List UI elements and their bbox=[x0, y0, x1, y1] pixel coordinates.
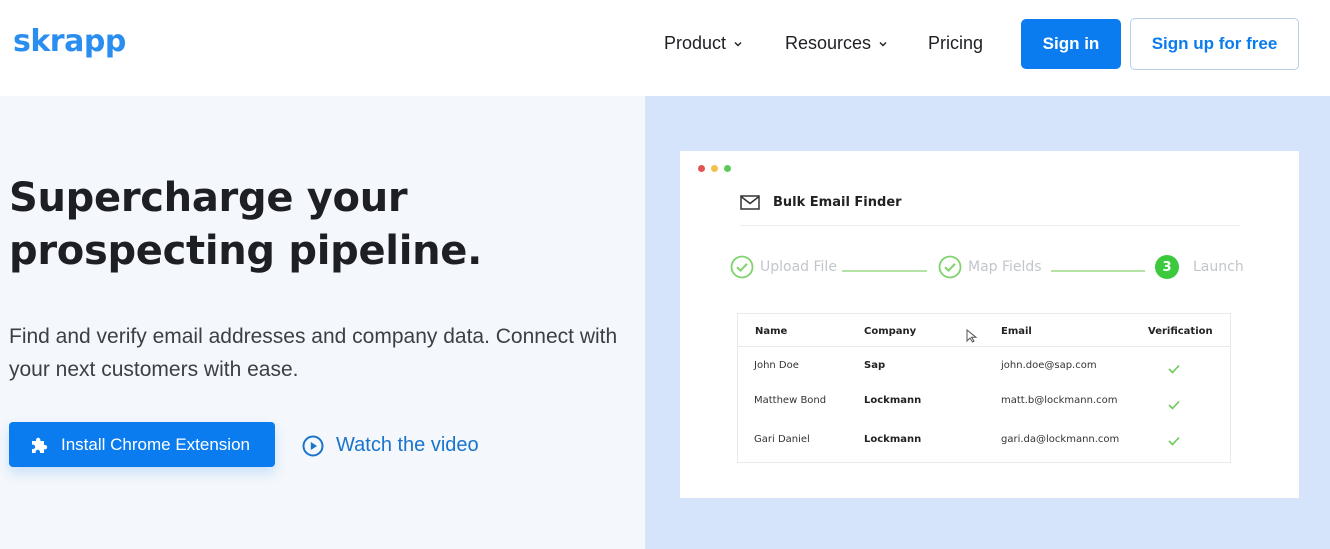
cell-email: gari.da@lockmann.com bbox=[1001, 434, 1120, 445]
nav-resources[interactable]: Resources bbox=[785, 33, 888, 54]
results-table: Name Company Email Verification John Doe… bbox=[737, 313, 1231, 463]
hero-title: Supercharge your prospecting pipeline. bbox=[9, 175, 483, 274]
cell-company: Sap bbox=[864, 360, 886, 371]
watch-video-label: Watch the video bbox=[336, 434, 479, 456]
verified-check-icon bbox=[1168, 436, 1180, 446]
mouse-cursor-icon bbox=[966, 329, 978, 343]
column-header: Verification bbox=[1148, 326, 1213, 337]
cell-name: Matthew Bond bbox=[754, 395, 827, 406]
install-chrome-extension-button[interactable]: Install Chrome Extension bbox=[9, 422, 275, 467]
window-dots bbox=[698, 165, 731, 172]
step-connector bbox=[1051, 270, 1145, 272]
step-label: Upload File bbox=[760, 259, 837, 275]
nav-product-label: Product bbox=[664, 33, 727, 53]
chevron-down-icon bbox=[879, 41, 887, 46]
check-circle-icon bbox=[730, 255, 754, 279]
step-label: Map Fields bbox=[968, 259, 1042, 275]
chevron-down-icon bbox=[734, 41, 742, 46]
step-launch: 3 Launch bbox=[1155, 255, 1244, 279]
sign-up-button[interactable]: Sign up for free bbox=[1130, 18, 1299, 70]
cell-company: Lockmann bbox=[864, 395, 922, 406]
puzzle-piece-icon bbox=[32, 437, 48, 453]
cell-name: Gari Daniel bbox=[754, 434, 810, 445]
play-circle-icon bbox=[302, 435, 324, 456]
cell-email: matt.b@lockmann.com bbox=[1001, 395, 1118, 406]
hero-right-panel: Bulk Email Finder Upload File Map Fields… bbox=[645, 96, 1330, 549]
column-header: Email bbox=[1001, 326, 1032, 337]
hero-subtitle: Find and verify email addresses and comp… bbox=[9, 325, 618, 381]
nav-pricing[interactable]: Pricing bbox=[928, 33, 983, 54]
envelope-icon bbox=[740, 195, 760, 210]
window-dot-red bbox=[698, 165, 705, 172]
cell-name: John Doe bbox=[754, 360, 799, 371]
install-button-label: Install Chrome Extension bbox=[61, 434, 250, 454]
divider bbox=[740, 225, 1240, 226]
card-header: Bulk Email Finder bbox=[740, 195, 902, 210]
skrapp-logo[interactable]: skrapp bbox=[13, 24, 126, 59]
nav-resources-label: Resources bbox=[785, 33, 872, 53]
hero-left-panel: Supercharge your prospecting pipeline. F… bbox=[0, 96, 645, 549]
nav-pricing-label: Pricing bbox=[928, 33, 984, 53]
step-upload-file: Upload File bbox=[730, 255, 837, 279]
site-header: skrapp Product Resources Pricing Sign in… bbox=[0, 0, 1330, 96]
verified-check-icon bbox=[1168, 364, 1180, 374]
verified-check-icon bbox=[1168, 400, 1180, 410]
cell-email: john.doe@sap.com bbox=[1001, 360, 1097, 371]
bulk-email-finder-preview: Bulk Email Finder Upload File Map Fields… bbox=[680, 151, 1299, 498]
step-map-fields: Map Fields bbox=[938, 255, 1042, 279]
header-divider bbox=[738, 346, 1230, 347]
window-dot-yellow bbox=[711, 165, 718, 172]
card-title: Bulk Email Finder bbox=[773, 195, 902, 210]
cell-company: Lockmann bbox=[864, 434, 922, 445]
step-connector bbox=[842, 270, 927, 272]
nav-product[interactable]: Product bbox=[664, 33, 743, 54]
step-number-badge: 3 bbox=[1155, 255, 1179, 279]
window-dot-green bbox=[724, 165, 731, 172]
sign-in-button[interactable]: Sign in bbox=[1021, 19, 1121, 69]
watch-video-link[interactable]: Watch the video bbox=[302, 434, 479, 457]
column-header: Company bbox=[864, 326, 917, 337]
check-circle-icon bbox=[938, 255, 962, 279]
column-header: Name bbox=[755, 326, 788, 337]
step-label: Launch bbox=[1193, 259, 1244, 275]
